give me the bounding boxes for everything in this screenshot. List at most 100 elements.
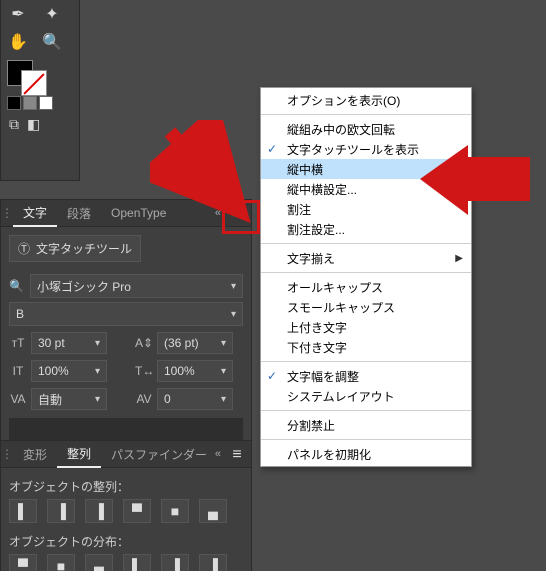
tab-pathfinder[interactable]: パスファインダー: [101, 441, 217, 467]
menu-item[interactable]: システムレイアウト: [261, 386, 471, 406]
menu-item-label: 文字タッチツールを表示: [287, 141, 419, 158]
font-size-field[interactable]: 30 pt▾: [31, 332, 107, 354]
menu-item[interactable]: パネルを初期化: [261, 444, 471, 464]
tracking-field[interactable]: 0▾: [157, 388, 233, 410]
menu-item-label: オプションを表示(O): [287, 92, 400, 109]
font-style-select[interactable]: B ▾: [9, 302, 243, 326]
panel-collapse-icon[interactable]: «: [215, 448, 221, 460]
vscale-field[interactable]: 100%▾: [31, 360, 107, 382]
tool-palette: ✒ ✦ ✋ 🔍 ⧉ ◧: [0, 0, 80, 181]
menu-item-label: 割注設定...: [287, 221, 345, 238]
align-top-button[interactable]: ▀: [123, 499, 151, 523]
align-hcenter-button[interactable]: ▐: [47, 499, 75, 523]
menu-item[interactable]: オールキャップス: [261, 277, 471, 297]
distribute-button[interactable]: ▐: [161, 554, 189, 571]
menu-separator: [261, 243, 471, 244]
menu-item[interactable]: 下付き文字: [261, 337, 471, 357]
menu-item[interactable]: 文字揃え ▶: [261, 248, 471, 268]
align-left-button[interactable]: ▌: [9, 499, 37, 523]
align-vcenter-button[interactable]: ■: [161, 499, 189, 523]
menu-item-label: 分割禁止: [287, 417, 335, 434]
layout-icon[interactable]: ◧: [27, 116, 40, 133]
tab-character[interactable]: 文字: [13, 199, 57, 227]
mini-swatch[interactable]: [7, 96, 21, 110]
distribute-section-label: オブジェクトの分布：: [9, 533, 243, 550]
mini-swatch[interactable]: [39, 96, 53, 110]
chevron-down-icon: ▾: [221, 394, 226, 405]
zoom-tool-icon[interactable]: 🔍: [35, 28, 69, 56]
pen-tool-icon[interactable]: ✒: [1, 0, 35, 28]
panel-grip-icon[interactable]: ⋮: [1, 447, 13, 461]
hscale-value: 100%: [164, 364, 195, 378]
menu-item-label: パネルを初期化: [287, 446, 371, 463]
vscale-icon: IT: [9, 364, 27, 378]
annotation-arrow-icon: [420, 145, 530, 215]
menu-item[interactable]: オプションを表示(O): [261, 90, 471, 110]
panel-strip: [9, 418, 243, 442]
star-tool-icon[interactable]: ✦: [35, 0, 69, 28]
menu-item-label: システムレイアウト: [287, 388, 395, 405]
touch-type-icon: Ⓣ: [18, 240, 30, 257]
menu-item-label: 上付き文字: [287, 319, 347, 336]
size-icon: тT: [9, 336, 27, 350]
align-tabbar: ⋮ 変形 整列 パスファインダー « ≡: [1, 441, 251, 468]
leading-icon: A⇕: [135, 336, 153, 350]
menu-item-label: 文字幅を調整: [287, 368, 359, 385]
menu-item-label: オールキャップス: [287, 279, 383, 296]
check-icon: ✓: [267, 369, 277, 383]
distribute-button[interactable]: ▐: [199, 554, 227, 571]
menu-item-label: 縦組み中の欧文回転: [287, 121, 395, 138]
mini-swatches: [7, 96, 79, 110]
kerning-field[interactable]: 自動▾: [31, 388, 107, 410]
panel-grip-icon[interactable]: ⋮: [1, 206, 13, 220]
tab-paragraph[interactable]: 段落: [57, 200, 101, 226]
menu-separator: [261, 272, 471, 273]
tab-transform[interactable]: 変形: [13, 441, 57, 467]
menu-item[interactable]: ✓ 文字幅を調整: [261, 366, 471, 386]
menu-item[interactable]: スモールキャップス: [261, 297, 471, 317]
align-section-label: オブジェクトの整列：: [9, 478, 243, 495]
distribute-button[interactable]: ■: [47, 554, 75, 571]
menu-item[interactable]: 上付き文字: [261, 317, 471, 337]
distribute-button[interactable]: ▌: [123, 554, 151, 571]
menu-item-label: スモールキャップス: [287, 299, 395, 316]
fill-stroke-swatch[interactable]: [7, 60, 43, 92]
menu-item[interactable]: 縦組み中の欧文回転: [261, 119, 471, 139]
touch-type-tool-button[interactable]: Ⓣ 文字タッチツール: [9, 235, 141, 262]
align-bottom-button[interactable]: ▄: [199, 499, 227, 523]
search-icon[interactable]: 🔍: [9, 279, 24, 293]
font-size-value: 30 pt: [38, 336, 65, 350]
font-family-select[interactable]: 小塚ゴシック Pro ▾: [30, 274, 243, 298]
chevron-down-icon: ▾: [231, 281, 236, 292]
mini-swatch[interactable]: [23, 96, 37, 110]
distribute-button[interactable]: ▀: [9, 554, 37, 571]
screen-mode-icon[interactable]: ⧉: [9, 116, 19, 133]
menu-item-label: 文字揃え: [287, 250, 335, 267]
font-family-value: 小塚ゴシック Pro: [37, 278, 131, 295]
menu-item-label: 下付き文字: [287, 339, 347, 356]
leading-field[interactable]: (36 pt)▾: [157, 332, 233, 354]
menu-item[interactable]: 分割禁止: [261, 415, 471, 435]
menu-separator: [261, 361, 471, 362]
submenu-arrow-icon: ▶: [455, 253, 463, 264]
vscale-value: 100%: [38, 364, 69, 378]
chevron-down-icon: ▾: [231, 309, 236, 320]
menu-separator: [261, 410, 471, 411]
chevron-down-icon: ▾: [221, 338, 226, 349]
chevron-down-icon: ▾: [95, 394, 100, 405]
tab-align[interactable]: 整列: [57, 440, 101, 468]
character-panel: ⋮ 文字 段落 OpenType « ≡ Ⓣ 文字タッチツール 🔍 小塚ゴシック…: [0, 199, 252, 453]
align-buttons: ▌ ▐ ▐ ▀ ■ ▄: [9, 499, 243, 523]
distribute-button[interactable]: ▄: [85, 554, 113, 571]
panel-menu-button[interactable]: ≡: [227, 445, 247, 465]
hscale-field[interactable]: 100%▾: [157, 360, 233, 382]
tracking-icon: AV: [135, 392, 153, 406]
menu-item-label: 縦中横設定...: [287, 181, 357, 198]
menu-item-label: 割注: [287, 201, 311, 218]
stroke-swatch[interactable]: [21, 70, 47, 96]
menu-item[interactable]: 割注設定...: [261, 219, 471, 239]
hscale-icon: T↔: [135, 364, 153, 378]
hand-tool-icon[interactable]: ✋: [1, 28, 35, 56]
touch-type-label: 文字タッチツール: [36, 240, 132, 257]
align-right-button[interactable]: ▐: [85, 499, 113, 523]
